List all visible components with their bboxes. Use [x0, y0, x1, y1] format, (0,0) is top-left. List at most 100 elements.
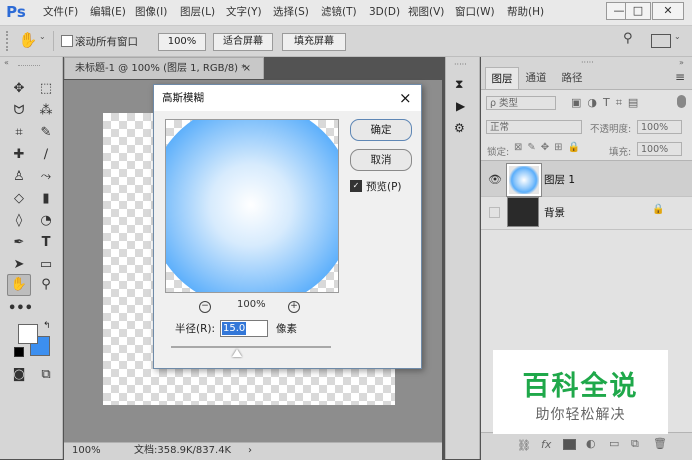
tab-channels[interactable]: 通道 — [519, 67, 553, 89]
status-arrow-icon[interactable]: › — [248, 443, 252, 459]
brush-tool-icon[interactable]: ∕ — [35, 145, 57, 165]
zoom-tool-icon[interactable]: ⚲ — [35, 275, 57, 295]
default-colors-icon[interactable] — [14, 347, 24, 357]
panel-menu-icon[interactable]: ≡ — [675, 70, 685, 84]
crop-tool-icon[interactable]: ⌗ — [8, 123, 30, 143]
menu-layer[interactable]: 图层(L) — [180, 0, 215, 25]
lock-icons[interactable]: ⊠✎✥⊞🔒 — [514, 142, 585, 153]
dodge-tool-icon[interactable]: ◔ — [35, 211, 57, 231]
status-zoom[interactable]: 100% — [72, 443, 101, 459]
preview-checkbox[interactable]: ✓ — [350, 180, 362, 192]
tab-layers[interactable]: 图层 — [485, 67, 519, 90]
foreground-color-swatch[interactable] — [18, 324, 38, 344]
hand-tool-icon[interactable]: ✋ — [7, 274, 31, 296]
dialog-close-icon[interactable]: × — [399, 85, 412, 111]
zoom-100-button[interactable]: 100% — [158, 33, 206, 51]
healing-brush-icon[interactable]: ✚ — [8, 145, 30, 165]
history-brush-icon[interactable]: ⤳ — [35, 167, 57, 187]
workspace-icon[interactable] — [651, 34, 671, 48]
scroll-all-checkbox[interactable] — [61, 35, 73, 47]
status-bar: 100% 文档:358.9K/837.4K › — [64, 442, 442, 460]
menu-edit[interactable]: 编辑(E) — [90, 0, 126, 25]
zoom-out-icon[interactable]: − — [197, 297, 213, 313]
lock-label: 锁定: — [487, 147, 510, 158]
radius-unit: 像素 — [276, 323, 297, 335]
close-window-button[interactable]: ✕ — [652, 2, 684, 20]
gradient-tool-icon[interactable]: ▮ — [35, 189, 57, 209]
preview-zoom-level: 100% — [237, 299, 266, 310]
type-tool-icon[interactable]: T — [35, 233, 57, 253]
menu-window[interactable]: 窗口(W) — [455, 0, 495, 25]
rectangle-tool-icon[interactable]: ▭ — [35, 255, 57, 275]
group-icon[interactable]: ▭ — [609, 437, 619, 450]
history-panel-icon[interactable]: ⧗ — [455, 77, 463, 92]
mask-icon[interactable] — [563, 439, 576, 450]
radius-input[interactable]: 15.0 — [220, 320, 268, 337]
chevron-down-icon[interactable]: ⌄ — [39, 32, 46, 41]
options-grip — [6, 31, 14, 51]
menu-image[interactable]: 图像(I) — [135, 0, 167, 25]
document-tab[interactable]: 未标题-1 @ 100% (图层 1, RGB/8) * × — [64, 57, 264, 79]
fx-icon[interactable]: fx — [541, 438, 551, 451]
blend-mode-dropdown[interactable]: 正常 — [486, 120, 582, 134]
menu-file[interactable]: 文件(F) — [43, 0, 78, 25]
menu-bar: Ps 文件(F) 编辑(E) 图像(I) 图层(L) 文字(Y) 选择(S) 滤… — [0, 0, 692, 26]
filter-icons[interactable]: ▣◑T⌗▤ — [571, 96, 644, 110]
screen-mode-icon[interactable]: ⧉ — [35, 365, 57, 385]
pen-tool-icon[interactable]: ✒ — [8, 233, 30, 253]
layer-name[interactable]: 背景 — [544, 205, 565, 220]
fill-screen-button[interactable]: 填充屏幕 — [282, 33, 346, 51]
radius-slider-handle[interactable] — [232, 349, 242, 357]
lock-icon: 🔒 — [652, 204, 665, 215]
cancel-button[interactable]: 取消 — [350, 149, 412, 171]
opacity-field[interactable]: 100% — [637, 120, 682, 134]
filter-toggle[interactable] — [677, 95, 686, 108]
swap-colors-icon[interactable]: ↰ — [43, 321, 51, 331]
link-icon[interactable]: ⛓ — [517, 439, 531, 452]
eyedropper-icon[interactable]: ✎ — [35, 123, 57, 143]
zoom-in-icon[interactable]: + — [286, 297, 302, 313]
radius-slider-track[interactable] — [171, 346, 331, 348]
layer-row[interactable]: 背景 🔒 — [481, 196, 692, 230]
hand-icon[interactable]: ✋ — [18, 30, 38, 50]
status-doc-size: 文档:358.9K/837.4K — [134, 445, 232, 456]
collapse-icon[interactable]: « — [4, 58, 9, 67]
menu-3d[interactable]: 3D(D) — [369, 0, 400, 25]
fill-field[interactable]: 100% — [637, 142, 682, 156]
magic-wand-icon[interactable]: ⁂ — [35, 101, 57, 121]
blur-preview[interactable] — [165, 119, 339, 293]
close-tab-icon[interactable]: × — [243, 58, 251, 80]
layer-name[interactable]: 图层 1 — [544, 172, 575, 187]
menu-help[interactable]: 帮助(H) — [507, 0, 544, 25]
maximize-button[interactable]: □ — [625, 2, 651, 20]
menu-view[interactable]: 视图(V) — [408, 0, 444, 25]
move-tool-icon[interactable]: ✥ — [8, 79, 30, 99]
adjustment-icon[interactable]: ◐ — [586, 437, 596, 450]
lasso-tool-icon[interactable]: ᗢ — [8, 101, 30, 121]
visibility-eye-icon[interactable]: 👁 — [488, 173, 502, 186]
menu-select[interactable]: 选择(S) — [273, 0, 309, 25]
fit-screen-button[interactable]: 适合屏幕 — [213, 33, 273, 51]
panel-collapse-icon[interactable]: » — [679, 58, 684, 67]
stamp-tool-icon[interactable]: ♙ — [8, 167, 30, 187]
delete-icon[interactable]: 🗑 — [653, 437, 667, 450]
marquee-tool-icon[interactable]: ⬚ — [35, 79, 57, 99]
eraser-tool-icon[interactable]: ◇ — [8, 189, 30, 209]
quick-mask-icon[interactable]: ◙ — [8, 365, 30, 385]
ok-button[interactable]: 确定 — [350, 119, 412, 141]
dialog-titlebar[interactable]: 高斯模糊 × — [154, 85, 421, 111]
blur-tool-icon[interactable]: ◊ — [8, 211, 30, 231]
actions-play-icon[interactable]: ▶ — [456, 99, 465, 113]
path-select-icon[interactable]: ➤ — [8, 255, 30, 275]
menu-type[interactable]: 文字(Y) — [226, 0, 262, 25]
menu-filter[interactable]: 滤镜(T) — [321, 0, 357, 25]
visibility-toggle[interactable] — [489, 207, 500, 218]
tab-paths[interactable]: 路径 — [555, 67, 589, 89]
new-layer-icon[interactable]: ⧉ — [631, 437, 639, 451]
search-icon[interactable]: ⚲ — [623, 32, 637, 46]
filter-kind-dropdown[interactable]: ρ 类型 — [486, 96, 556, 110]
more-tools-icon[interactable]: ••• — [8, 299, 33, 319]
layer-row[interactable]: 👁 图层 1 — [481, 160, 692, 197]
properties-panel-icon[interactable]: ⚙ — [454, 121, 465, 135]
workspace-chevron-icon[interactable]: ⌄ — [674, 32, 681, 41]
